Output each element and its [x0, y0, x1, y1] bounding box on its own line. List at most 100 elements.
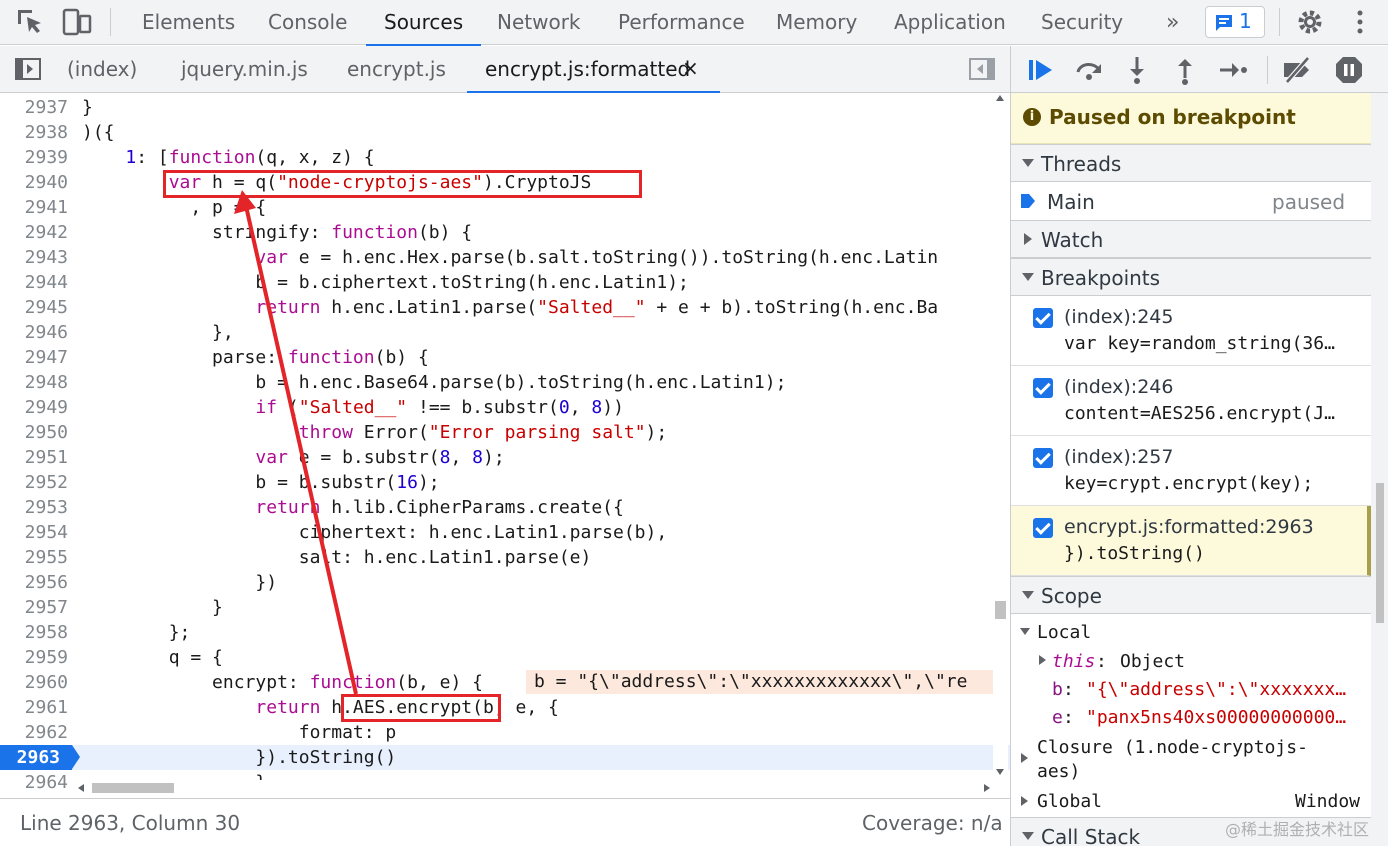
resume-icon[interactable] — [1025, 54, 1057, 86]
tab-memory[interactable]: Memory — [776, 0, 857, 45]
breakpoint-item[interactable]: (index):246 content=AES256.encrypt(J… — [1011, 366, 1371, 436]
code-line[interactable]: 2959 q = { — [0, 645, 1010, 670]
code-line[interactable]: 2957 } — [0, 595, 1010, 620]
thread-row-main[interactable]: Main paused — [1011, 182, 1371, 221]
messages-badge[interactable]: 1 — [1205, 6, 1265, 38]
device-toolbar-icon[interactable] — [60, 6, 94, 38]
code-line[interactable]: 2949 if ("Salted__" !== b.substr(0, 8)) — [0, 395, 1010, 420]
pause-on-exceptions-icon[interactable] — [1333, 54, 1365, 86]
line-number[interactable]: 2948 — [0, 370, 68, 395]
line-number[interactable]: 2961 — [0, 695, 68, 720]
tab-sources[interactable]: Sources — [365, 0, 482, 46]
current-execution-line[interactable]: 2963 }).toString() — [0, 745, 1010, 770]
code-line[interactable]: 2947 parse: function(b) { — [0, 345, 1010, 370]
line-number[interactable]: 2960 — [0, 670, 68, 695]
step-icon[interactable] — [1217, 54, 1249, 86]
line-number[interactable]: 2952 — [0, 470, 68, 495]
code-line[interactable]: 2946 }, — [0, 320, 1010, 345]
code-line[interactable]: 2958 }; — [0, 620, 1010, 645]
breakpoint-checkbox[interactable] — [1033, 518, 1053, 538]
watch-section-header[interactable]: Watch — [1011, 220, 1371, 258]
toggle-navigator-icon[interactable] — [15, 58, 41, 80]
more-options-icon[interactable] — [1345, 6, 1379, 38]
line-number[interactable]: 2957 — [0, 595, 68, 620]
breakpoint-checkbox[interactable] — [1033, 308, 1053, 328]
code-line[interactable]: 2939 1: [function(q, x, z) { — [0, 145, 1010, 170]
line-number[interactable]: 2964 — [0, 770, 68, 795]
line-number[interactable]: 2956 — [0, 570, 68, 595]
scope-local[interactable]: Local — [1037, 621, 1091, 645]
deactivate-breakpoints-icon[interactable] — [1281, 54, 1313, 86]
tab-network[interactable]: Network — [497, 0, 581, 45]
code-line[interactable]: 2953 return h.lib.CipherParams.create({ — [0, 495, 1010, 520]
step-out-icon[interactable] — [1169, 54, 1201, 86]
line-number[interactable]: 2941 — [0, 195, 68, 220]
file-tab-jquery[interactable]: jquery.min.js — [181, 46, 308, 92]
line-number[interactable]: 2942 — [0, 220, 68, 245]
step-into-icon[interactable] — [1121, 54, 1153, 86]
scope-e-name[interactable]: e — [1052, 706, 1063, 730]
line-number[interactable]: 2943 — [0, 245, 68, 270]
line-number[interactable]: 2944 — [0, 270, 68, 295]
file-tab-encrypt[interactable]: encrypt.js — [347, 46, 446, 92]
code-line[interactable]: 2938)({ — [0, 120, 1010, 145]
line-number[interactable]: 2940 — [0, 170, 68, 195]
breakpoint-item[interactable]: (index):257 key=crypt.encrypt(key); — [1011, 436, 1371, 506]
toggle-debugger-icon[interactable] — [969, 58, 995, 80]
breakpoint-checkbox[interactable] — [1033, 378, 1053, 398]
line-number[interactable]: 2953 — [0, 495, 68, 520]
line-number[interactable]: 2947 — [0, 345, 68, 370]
code-line[interactable]: 2955 salt: h.enc.Latin1.parse(e) — [0, 545, 1010, 570]
code-line[interactable]: 2950 throw Error("Error parsing salt"); — [0, 420, 1010, 445]
current-line-marker[interactable]: 2963 — [0, 745, 80, 770]
line-number[interactable]: 2958 — [0, 620, 68, 645]
line-number[interactable]: 2938 — [0, 120, 68, 145]
code-line[interactable]: 2962 format: p — [0, 720, 1010, 745]
code-line[interactable]: 2961 return h.AES.encrypt(b, e, { — [0, 695, 1010, 720]
line-number[interactable]: 2939 — [0, 145, 68, 170]
tab-security[interactable]: Security — [1041, 0, 1123, 45]
line-number[interactable]: 2937 — [0, 95, 68, 120]
scope-this-name[interactable]: this — [1052, 650, 1095, 674]
file-tab-encrypt-formatted[interactable]: encrypt.js:formatted — [466, 46, 721, 93]
tab-application[interactable]: Application — [894, 0, 1006, 45]
code-line[interactable]: 2954 ciphertext: h.enc.Latin1.parse(b), — [0, 520, 1010, 545]
code-line[interactable]: 2937} — [0, 95, 1010, 120]
editor-horizontal-scrollbar[interactable] — [76, 780, 992, 796]
line-number[interactable]: 2946 — [0, 320, 68, 345]
sidebar-scrollbar[interactable] — [1371, 93, 1388, 846]
tab-performance[interactable]: Performance — [618, 0, 745, 45]
code-line[interactable]: 2948 b = h.enc.Base64.parse(b).toString(… — [0, 370, 1010, 395]
scope-closure[interactable]: Closure (1.node-cryptojs- — [1037, 736, 1308, 760]
code-line[interactable]: 2941 , p = { — [0, 195, 1010, 220]
step-over-icon[interactable] — [1073, 54, 1105, 86]
tab-console[interactable]: Console — [268, 0, 347, 45]
file-tab-index[interactable]: (index) — [67, 46, 137, 92]
line-number[interactable]: 2954 — [0, 520, 68, 545]
code-line[interactable]: 2942 stringify: function(b) { — [0, 220, 1010, 245]
code-line[interactable]: 2960 encrypt: function(b, e) {b = "{\"ad… — [0, 670, 1010, 695]
close-tab-icon[interactable]: × — [682, 46, 699, 90]
line-number[interactable]: 2949 — [0, 395, 68, 420]
code-line[interactable]: 2943 var e = h.enc.Hex.parse(b.salt.toSt… — [0, 245, 1010, 270]
code-line[interactable]: 2951 var e = b.substr(8, 8); — [0, 445, 1010, 470]
breakpoints-section-header[interactable]: Breakpoints — [1011, 258, 1371, 296]
breakpoint-checkbox[interactable] — [1033, 448, 1053, 468]
code-line[interactable]: 2956 }) — [0, 570, 1010, 595]
code-line[interactable]: 2944 b = b.ciphertext.toString(h.enc.Lat… — [0, 270, 1010, 295]
threads-section-header[interactable]: Threads — [1011, 144, 1371, 182]
code-line[interactable]: 2945 return h.enc.Latin1.parse("Salted__… — [0, 295, 1010, 320]
code-editor[interactable]: 2937} 2938)({2939 1: [function(q, x, z) {… — [0, 93, 1010, 798]
gear-icon[interactable] — [1293, 6, 1327, 38]
scope-b-name[interactable]: b — [1052, 678, 1063, 702]
more-tabs-button[interactable]: » — [1166, 0, 1179, 45]
breakpoint-item[interactable]: (index):245 var key=random_string(36… — [1011, 296, 1371, 366]
scope-section-header[interactable]: Scope — [1011, 576, 1371, 614]
line-number[interactable]: 2955 — [0, 545, 68, 570]
line-number[interactable]: 2951 — [0, 445, 68, 470]
line-number[interactable]: 2945 — [0, 295, 68, 320]
line-number[interactable]: 2962 — [0, 720, 68, 745]
line-number[interactable]: 2959 — [0, 645, 68, 670]
scope-global[interactable]: Global — [1037, 790, 1102, 814]
code-line[interactable]: 2952 b = b.substr(16); — [0, 470, 1010, 495]
